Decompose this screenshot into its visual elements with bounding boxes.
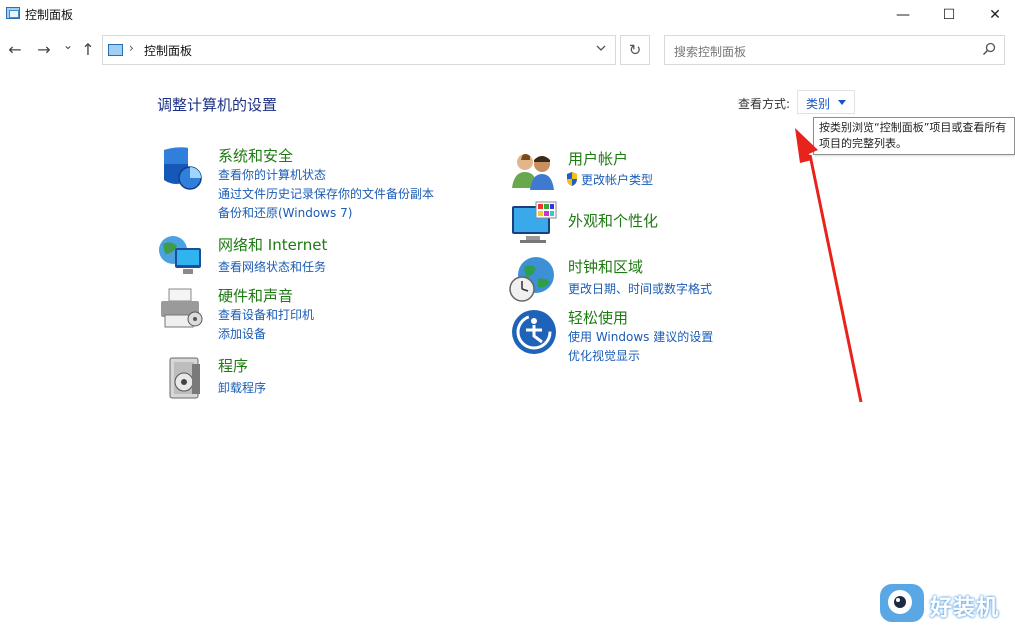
- category-ease-of-access[interactable]: 轻松使用: [568, 307, 628, 328]
- recent-locations-icon[interactable]: ⌄: [59, 38, 77, 52]
- category-appearance[interactable]: 外观和个性化: [568, 210, 658, 231]
- search-icon[interactable]: [982, 42, 996, 56]
- window-title: 控制面板: [25, 8, 74, 22]
- red-arrow-annotation: [795, 128, 863, 403]
- shield-icon[interactable]: [158, 144, 206, 192]
- watermark: 好装机: [878, 580, 1008, 628]
- category-network-internet[interactable]: 网络和 Internet: [218, 234, 327, 255]
- watermark-text: 好装机: [930, 596, 1000, 621]
- view-by-value[interactable]: 类别: [806, 95, 830, 112]
- link-optimize-visual-display[interactable]: 优化视觉显示: [568, 347, 640, 364]
- link-change-account-type[interactable]: 更改帐户类型: [566, 171, 653, 188]
- title-bar: 控制面板 — ☐ ✕: [0, 0, 1015, 30]
- network-icon[interactable]: [157, 232, 205, 280]
- maximize-button[interactable]: ☐: [926, 0, 972, 30]
- link-recommended-settings[interactable]: 使用 Windows 建议的设置: [568, 328, 713, 345]
- monitor-icon[interactable]: [510, 200, 558, 248]
- category-hardware-sound[interactable]: 硬件和声音: [218, 285, 293, 306]
- link-uninstall-program[interactable]: 卸载程序: [218, 379, 266, 396]
- programs-icon[interactable]: [162, 354, 210, 402]
- category-user-accounts[interactable]: 用户帐户: [568, 148, 628, 169]
- page-title: 调整计算机的设置: [157, 96, 278, 114]
- back-arrow-icon[interactable]: ←: [6, 40, 24, 59]
- category-programs[interactable]: 程序: [218, 355, 248, 376]
- view-by-tooltip: 按类别浏览“控制面板”项目或查看所有项目的完整列表。: [813, 117, 1015, 155]
- link-view-computer-status[interactable]: 查看你的计算机状态: [218, 166, 326, 183]
- up-arrow-icon[interactable]: ↑: [79, 40, 97, 59]
- chevron-down-icon[interactable]: [595, 42, 607, 57]
- forward-arrow-icon[interactable]: →: [35, 40, 53, 59]
- category-system-security[interactable]: 系统和安全: [218, 145, 293, 166]
- link-file-history[interactable]: 通过文件历史记录保存你的文件备份副本: [218, 185, 434, 202]
- control-panel-icon: [108, 44, 123, 56]
- category-clock-region[interactable]: 时钟和区域: [568, 256, 643, 277]
- control-panel-icon: [6, 7, 20, 19]
- minimize-button[interactable]: —: [880, 0, 926, 30]
- accessibility-icon[interactable]: [510, 308, 558, 356]
- view-by-label: 查看方式:: [738, 97, 791, 111]
- close-button[interactable]: ✕: [972, 0, 1015, 30]
- search-placeholder: 搜索控制面板: [674, 45, 747, 59]
- dropdown-caret-icon[interactable]: [838, 100, 846, 105]
- link-change-account-type-label[interactable]: 更改帐户类型: [581, 173, 653, 187]
- link-add-device[interactable]: 添加设备: [218, 325, 266, 342]
- breadcrumb-separator[interactable]: ›: [129, 41, 134, 55]
- printer-icon[interactable]: [157, 285, 205, 333]
- uac-shield-icon: [567, 172, 577, 186]
- address-bar[interactable]: › 控制面板: [102, 35, 616, 65]
- refresh-button[interactable]: ↻: [620, 35, 650, 65]
- link-change-date-time-format[interactable]: 更改日期、时间或数字格式: [568, 280, 712, 297]
- users-icon[interactable]: [510, 148, 558, 196]
- clock-globe-icon[interactable]: [508, 255, 556, 303]
- link-network-status[interactable]: 查看网络状态和任务: [218, 258, 326, 275]
- link-backup-restore[interactable]: 备份和还原(Windows 7): [218, 204, 352, 221]
- breadcrumb-control-panel[interactable]: 控制面板: [144, 42, 192, 59]
- link-devices-printers[interactable]: 查看设备和打印机: [218, 306, 314, 323]
- watermark-logo-icon: [880, 584, 924, 622]
- view-by-dropdown[interactable]: 类别: [797, 90, 855, 114]
- search-input[interactable]: 搜索控制面板: [664, 35, 1005, 65]
